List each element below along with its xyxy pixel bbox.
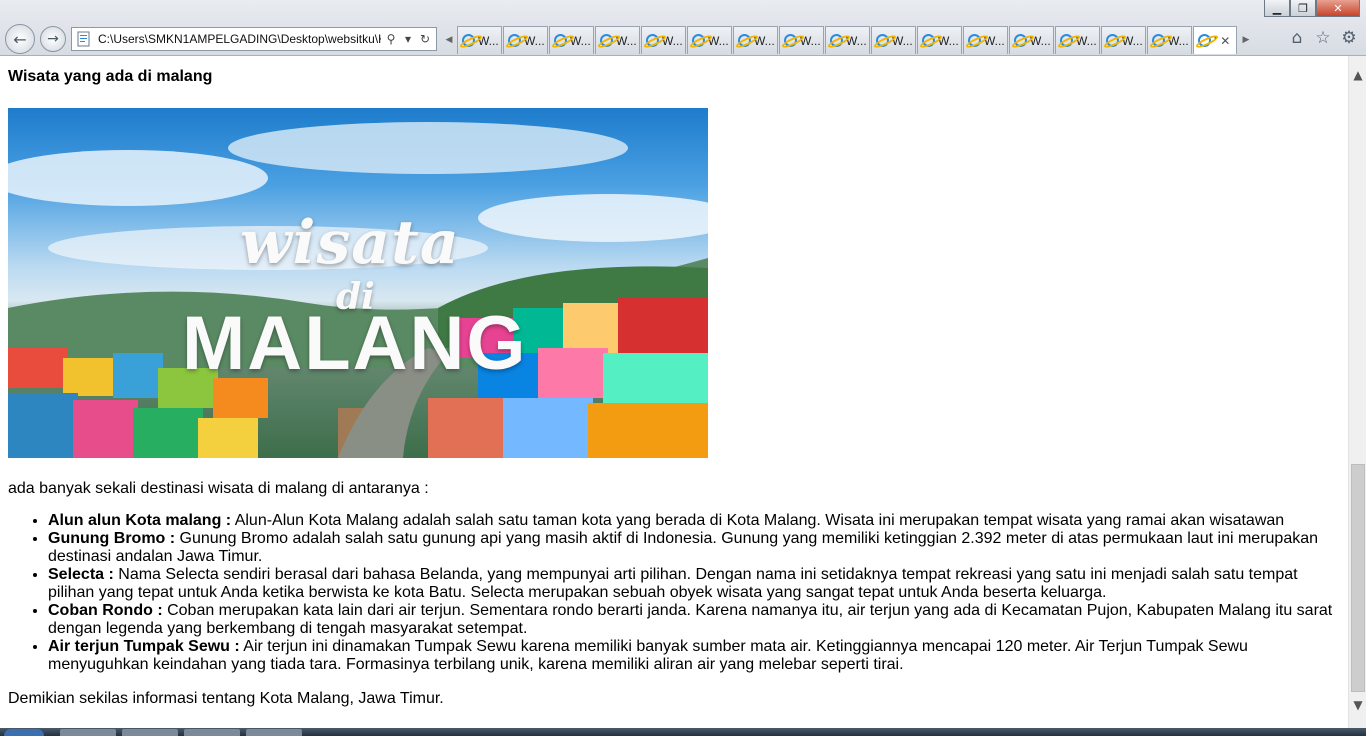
tab-strip: ◀ W... W... W... W... W... W... W... W... W... W.… (441, 26, 1254, 54)
chevron-down-icon[interactable]: ▾ (401, 32, 415, 46)
scroll-up-icon[interactable]: ▲ (1349, 66, 1366, 84)
browser-tab[interactable]: W... (1009, 26, 1054, 54)
tab-scroll-right-icon[interactable]: ▶ (1238, 26, 1254, 54)
destination-name: Selecta : (48, 566, 114, 583)
restore-button[interactable]: ❐ (1290, 0, 1316, 17)
browser-tab[interactable]: W... (503, 26, 548, 54)
scroll-down-icon[interactable]: ▼ (1349, 696, 1366, 714)
ie-page-icon (1060, 34, 1073, 47)
back-button[interactable]: ← (5, 24, 35, 54)
intro-text: ada banyak sekali destinasi wisata di ma… (8, 480, 429, 497)
list-item: Gunung Bromo : Gunung Bromo adalah salah… (48, 530, 1340, 566)
refresh-icon[interactable]: ↻ (418, 32, 432, 46)
browser-tab[interactable]: W... (917, 26, 962, 54)
ie-page-icon (1014, 34, 1027, 47)
browser-tab[interactable]: W... (457, 26, 502, 54)
vertical-scrollbar[interactable]: ▲ ▼ (1348, 56, 1366, 728)
ie-page-icon (600, 34, 613, 47)
browser-chrome: ▁ ❐ ✕ ← → C:\Users\SMKN1AMPELGADING\Desk… (0, 0, 1366, 56)
browser-tab[interactable]: W... (549, 26, 594, 54)
browser-tab[interactable]: W... (1101, 26, 1146, 54)
destination-description: Gunung Bromo adalah salah satu gunung ap… (48, 530, 1319, 565)
hero-text-line3: MALANG (182, 301, 528, 386)
ie-page-icon (922, 34, 935, 47)
ie-page-icon (1152, 34, 1165, 47)
ie-page-icon (646, 34, 659, 47)
browser-tab[interactable]: W... (963, 26, 1008, 54)
browser-tab[interactable]: W... (779, 26, 824, 54)
page-content: Wisata yang ada di malang wisata di MALA… (0, 56, 1348, 728)
destination-list: Alun alun Kota malang : Alun-Alun Kota M… (8, 512, 1340, 674)
taskbar-item[interactable] (122, 729, 178, 736)
browser-tab[interactable]: W... (1147, 26, 1192, 54)
window-controls: ▁ ❐ ✕ (1264, 0, 1360, 17)
list-item: Coban Rondo : Coban merupakan kata lain … (48, 602, 1340, 638)
hero-image: wisata di MALANG (8, 108, 708, 458)
close-window-button[interactable]: ✕ (1316, 0, 1360, 17)
tab-scroll-left-icon[interactable]: ◀ (441, 26, 457, 54)
ie-page-icon (508, 34, 521, 47)
list-item: Selecta : Nama Selecta sendiri berasal d… (48, 566, 1340, 602)
ie-page-icon (968, 34, 981, 47)
start-button[interactable] (4, 729, 44, 736)
ie-page-icon (692, 34, 705, 47)
page-file-icon (76, 31, 92, 47)
destination-description: Nama Selecta sendiri berasal dari bahasa… (48, 566, 1298, 601)
list-item: Air terjun Tumpak Sewu : Air terjun ini … (48, 638, 1340, 674)
browser-tab[interactable]: W... (733, 26, 778, 54)
active-tab[interactable]: ' ✕ (1193, 26, 1237, 54)
ie-page-icon (738, 34, 751, 47)
destination-name: Air terjun Tumpak Sewu : (48, 638, 240, 655)
page-title: Wisata yang ada di malang (8, 68, 213, 85)
ie-page-icon (784, 34, 797, 47)
favorites-star-icon[interactable]: ☆ (1314, 28, 1332, 48)
closing-text: Demikian sekilas informasi tentang Kota … (8, 690, 444, 707)
home-icon[interactable]: ⌂ (1288, 28, 1306, 48)
list-item: Alun alun Kota malang : Alun-Alun Kota M… (48, 512, 1340, 530)
taskbar-item[interactable] (184, 729, 240, 736)
scroll-thumb[interactable] (1351, 464, 1365, 692)
browser-tab[interactable]: W... (1055, 26, 1100, 54)
minimize-button[interactable]: ▁ (1264, 0, 1290, 17)
forward-button[interactable]: → (40, 26, 66, 52)
taskbar-item[interactable] (60, 729, 116, 736)
ie-page-icon (1198, 34, 1211, 47)
browser-tab[interactable]: W... (871, 26, 916, 54)
browser-tab[interactable]: W... (641, 26, 686, 54)
back-arrow-icon: ← (13, 29, 27, 49)
ie-page-icon (830, 34, 843, 47)
close-tab-icon[interactable]: ✕ (1220, 34, 1230, 48)
gear-icon[interactable]: ⚙ (1340, 28, 1358, 48)
destination-description: Alun-Alun Kota Malang adalah salah satu … (231, 512, 1285, 529)
windows-taskbar (0, 728, 1366, 736)
taskbar-item[interactable] (246, 729, 302, 736)
destination-name: Gunung Bromo : (48, 530, 176, 547)
ie-page-icon (1106, 34, 1119, 47)
ie-page-icon (462, 34, 475, 47)
tab-list: W... W... W... W... W... W... W... W... W... W...… (457, 26, 1193, 54)
magnifier-icon[interactable]: ⚲ (384, 32, 398, 46)
ie-page-icon (554, 34, 567, 47)
hero-text-line1: wisata (240, 208, 460, 278)
destination-description: Coban merupakan kata lain dari air terju… (48, 602, 1333, 637)
browser-tab[interactable]: W... (687, 26, 732, 54)
browser-tab[interactable]: W... (595, 26, 640, 54)
address-url[interactable]: C:\Users\SMKN1AMPELGADING\Desktop\websit… (98, 32, 381, 46)
destination-name: Coban Rondo : (48, 602, 163, 619)
address-bar[interactable]: C:\Users\SMKN1AMPELGADING\Desktop\websit… (71, 27, 437, 51)
destination-name: Alun alun Kota malang : (48, 512, 232, 529)
forward-arrow-icon: → (47, 31, 59, 47)
toolbar-icons: ⌂ ☆ ⚙ (1288, 28, 1358, 48)
ie-page-icon (876, 34, 889, 47)
browser-tab[interactable]: W... (825, 26, 870, 54)
